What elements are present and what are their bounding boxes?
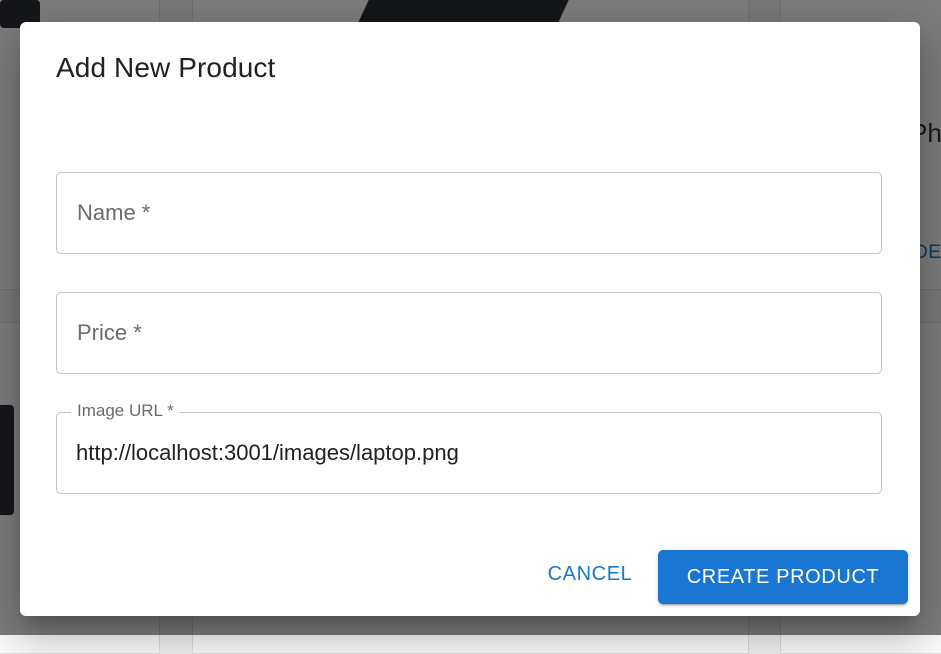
create-product-button[interactable]: CREATE PRODUCT: [658, 550, 908, 604]
name-label: Name *: [77, 200, 151, 225]
cancel-button[interactable]: CANCEL: [532, 552, 648, 596]
price-label: Price *: [77, 320, 142, 345]
name-field[interactable]: Name *: [56, 172, 882, 254]
dialog-title: Add New Product: [56, 52, 276, 83]
image-url-field: Image URL *: [56, 401, 882, 494]
add-product-dialog: Add New Product Name * Price * Image URL…: [20, 22, 920, 616]
price-field[interactable]: Price *: [56, 292, 882, 374]
image-url-label: Image URL *: [71, 401, 180, 421]
image-url-input[interactable]: [76, 433, 856, 473]
